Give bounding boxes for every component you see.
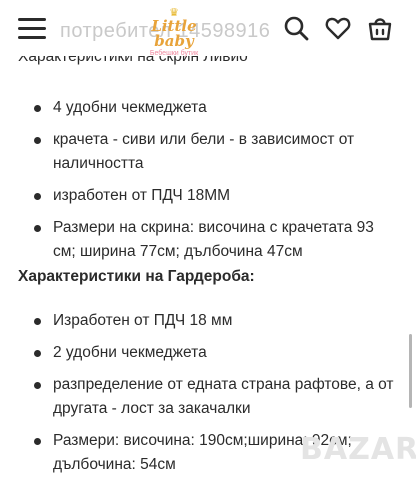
search-icon[interactable] [282,14,310,42]
bazar-watermark: BAZAR [300,432,416,467]
list-item: 4 удобни чекмеджета [0,96,416,120]
list-item: Размери на скрина: височина с крачетата … [0,216,416,264]
heart-icon[interactable] [324,14,352,42]
list-item: разпределение от едната страна рафтове, … [0,373,416,421]
top-bar: потребител 14598916 ♛ Little baby Бебешк… [0,0,416,58]
logo-subtitle: Бебешки бутик [149,50,199,57]
scrollbar[interactable] [409,334,412,408]
wardrobe-heading: Характеристики на Гардероба: [18,268,255,285]
list-item: крачета - сиви или бели - в зависимост о… [0,128,416,176]
logo[interactable]: ♛ Little baby Бебешки бутик [138,8,210,58]
menu-icon[interactable] [18,16,46,40]
intro-clip: Характеристики на скрин Ливио [0,56,416,78]
shopping-bag-icon[interactable] [366,14,394,42]
dresser-features-list: 4 удобни чекмеджета крачета - сиви или бе… [0,96,416,272]
intro-heading: Характеристики на скрин Ливио [18,56,248,65]
logo-title: Little baby [151,17,197,50]
list-item: Изработен от ПДЧ 18 мм [0,309,416,333]
list-item: изработен от ПДЧ 18ММ [0,184,416,208]
list-item: 2 удобни чекмеджета [0,341,416,365]
